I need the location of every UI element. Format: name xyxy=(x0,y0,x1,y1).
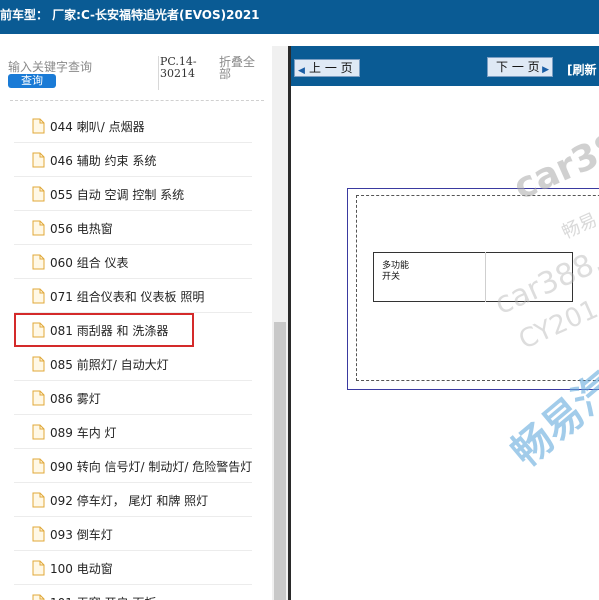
tree-item-label: 071 组合仪表和 仪表板 照明 xyxy=(50,290,205,304)
document-icon xyxy=(32,152,45,168)
tree-item[interactable]: 056 电热窗 xyxy=(14,211,252,245)
search-divider xyxy=(158,56,159,90)
prev-page-button[interactable]: ◀ 上 一 页 xyxy=(294,59,360,77)
switch-label: 多功能 开关 xyxy=(382,261,409,283)
switch-label-line-1: 多功能 xyxy=(382,261,410,271)
tree-item-label: 081 雨刮器 和 洗涤器 xyxy=(50,324,169,338)
document-icon xyxy=(32,492,45,508)
tree-item[interactable]: 090 转向 信号灯/ 制动灯/ 危险警告灯 xyxy=(14,449,252,483)
tree-item[interactable]: 089 车内 灯 xyxy=(14,415,252,449)
pc-code: PC.14-30214 xyxy=(160,55,197,80)
title-bar: 前车型： 厂家:C-长安福特追光者(EVOS)2021 xyxy=(0,0,599,34)
document-tree: 044 喇叭/ 点烟器 046 辅助 约束 系统 055 自动 空调 控制 系统 05… xyxy=(0,109,270,600)
tree-item-label: 060 组合 仪表 xyxy=(50,256,129,270)
document-icon xyxy=(32,322,45,338)
tree-item-label: 100 电动窗 xyxy=(50,562,113,576)
document-icon xyxy=(32,288,45,304)
tree-item[interactable]: 060 组合 仪表 xyxy=(14,245,252,279)
tree-item[interactable]: 055 自动 空调 控制 系统 xyxy=(14,177,252,211)
collapse-all-link[interactable]: 折叠全部 xyxy=(219,56,263,80)
switch-label-line-2: 开关 xyxy=(382,272,401,282)
app-window: 前车型： 厂家:C-长安福特追光者(EVOS)2021 查询 PC.14-302… xyxy=(0,0,599,600)
multifunction-switch-box: 多功能 开关 xyxy=(373,252,573,302)
search-row: 查询 PC.14-30214 折叠全部 xyxy=(0,46,288,94)
tree-item-label: 090 转向 信号灯/ 制动灯/ 危险警告灯 xyxy=(50,460,253,474)
tree-item[interactable]: 100 电动窗 xyxy=(14,551,252,585)
tree-scrollbar[interactable] xyxy=(272,46,288,600)
document-icon xyxy=(32,254,45,270)
document-icon xyxy=(32,390,45,406)
tree-item[interactable]: 046 辅助 约束 系统 xyxy=(14,143,252,177)
document-icon xyxy=(32,118,45,134)
next-page-label: 下 一 页 xyxy=(496,60,540,74)
query-button[interactable]: 查询 xyxy=(8,74,56,88)
tree-top-divider xyxy=(10,100,264,101)
tree-item[interactable]: 086 雾灯 xyxy=(14,381,252,415)
document-icon xyxy=(32,526,45,542)
tree-item-label: 086 雾灯 xyxy=(50,392,101,406)
document-icon xyxy=(32,594,45,600)
document-icon xyxy=(32,186,45,202)
document-icon xyxy=(32,560,45,576)
document-icon xyxy=(32,220,45,236)
tree-item-label: 044 喇叭/ 点烟器 xyxy=(50,120,145,134)
catalog-panel: 查询 PC.14-30214 折叠全部 044 喇叭/ 点烟器 046 辅助 约束… xyxy=(0,46,288,600)
refresh-link[interactable]: [刷新 xyxy=(567,61,597,78)
tree-item[interactable]: 085 前照灯/ 自动大灯 xyxy=(14,347,252,381)
tree-item-label: 093 倒车灯 xyxy=(50,528,113,542)
tree-item-label: 101 天窗 开启 面板 xyxy=(50,594,156,600)
next-page-button[interactable]: 下 一 页 ▶ xyxy=(487,57,553,77)
chevron-left-icon: ◀ xyxy=(298,66,305,76)
tree-item[interactable]: 101 天窗 开启 面板 xyxy=(14,585,252,600)
page-toolbar: ◀ 上 一 页 下 一 页 ▶ [刷新 xyxy=(291,46,599,86)
current-vehicle-title: 前车型： 厂家:C-长安福特追光者(EVOS)2021 xyxy=(0,8,260,22)
tree-item-label: 085 前照灯/ 自动大灯 xyxy=(50,358,169,372)
tree-item-label: 055 自动 空调 控制 系统 xyxy=(50,188,185,202)
document-icon xyxy=(32,424,45,440)
tree-item[interactable]: 092 停车灯， 尾灯 和牌 照灯 xyxy=(14,483,252,517)
tree-item-label: 092 停车灯， 尾灯 和牌 照灯 xyxy=(50,494,209,508)
tree-item-label: 056 电热窗 xyxy=(50,222,113,236)
scrollbar-thumb[interactable] xyxy=(274,322,286,600)
document-icon xyxy=(32,458,45,474)
tree-item[interactable]: 093 倒车灯 xyxy=(14,517,252,551)
diagram-panel: ◀ 上 一 页 下 一 页 ▶ [刷新 多功能 开关 car38 畅易 car3… xyxy=(291,46,599,600)
prev-page-label: 上 一 页 xyxy=(309,61,353,75)
tree-item[interactable]: 071 组合仪表和 仪表板 照明 xyxy=(14,279,252,313)
tree-item-label: 089 车内 灯 xyxy=(50,426,117,440)
wiring-diagram-canvas: 多功能 开关 car38 畅易 car388.c CY201 畅易汽 xyxy=(291,86,599,600)
tree-item[interactable]: 044 喇叭/ 点烟器 xyxy=(14,109,252,143)
document-icon xyxy=(32,356,45,372)
tree-item[interactable]: 081 雨刮器 和 洗涤器 xyxy=(14,313,194,347)
tree-item-label: 046 辅助 约束 系统 xyxy=(50,154,157,168)
chevron-right-icon: ▶ xyxy=(542,65,549,75)
diagram-inner-line xyxy=(485,252,486,302)
